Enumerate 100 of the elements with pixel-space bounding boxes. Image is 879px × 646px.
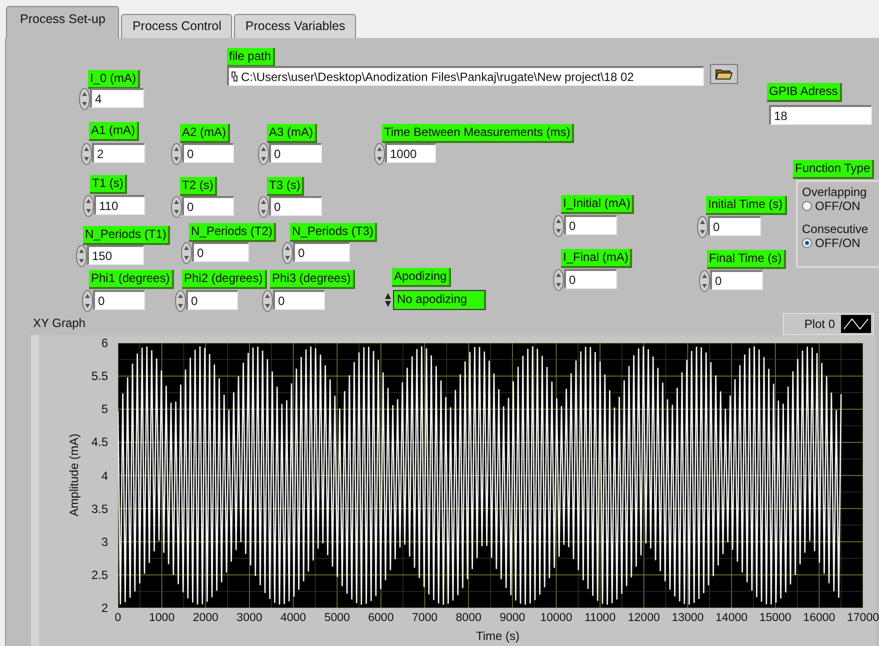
control-label: I_0 (mA) [88, 70, 140, 89]
numeric-field[interactable]: 4 [90, 88, 144, 108]
spinner-icon[interactable] [175, 290, 186, 312]
spinner-icon[interactable] [258, 196, 269, 218]
path-text: C:\Users\user\Desktop\Anodization Files\Pankaj\rugate\New project\18 02 [241, 68, 634, 86]
numeric-field[interactable]: 0 [273, 290, 325, 310]
spinner-icon[interactable] [171, 196, 182, 218]
option-caption: OFF/ON [815, 236, 860, 250]
numeric-field[interactable]: 150 [87, 245, 144, 265]
control-label: Initial Time (s) [706, 196, 787, 215]
spinner-icon[interactable] [282, 242, 293, 264]
control-label: T1 (s) [90, 175, 128, 194]
option-label: Consecutive [802, 222, 870, 236]
control-label: N_Periods (T3) [290, 223, 378, 242]
numeric-field[interactable]: 0 [710, 270, 763, 290]
y-tick-label: 4 [101, 470, 108, 482]
y-tick-label: 2.5 [91, 568, 108, 581]
graph-title: XY Graph [33, 316, 86, 330]
browse-button[interactable] [710, 64, 738, 84]
spinner-icon[interactable] [181, 242, 192, 264]
tab[interactable]: Process Control [121, 14, 232, 38]
x-tick-label: 11000 [584, 612, 616, 624]
control-label: GPIB Adress [767, 83, 842, 102]
numeric-field[interactable]: 0 [93, 290, 145, 310]
control-label: Phi1 (degrees) [89, 270, 174, 289]
y-tick-label: 2 [101, 602, 108, 614]
option-caption: OFF/ON [815, 199, 860, 213]
x-tick-label: 4000 [280, 612, 306, 624]
numeric-field[interactable]: 2 [92, 143, 145, 163]
numeric-field[interactable]: 0 [293, 242, 350, 262]
x-tick-label: 17000 [847, 612, 879, 624]
y-axis-title: Amplitude (mA) [67, 433, 81, 516]
numeric-field[interactable]: 0 [269, 143, 322, 163]
x-tick-label: 10000 [540, 612, 572, 624]
spinner-icon[interactable] [553, 215, 564, 237]
numeric-field[interactable]: 110 [94, 195, 145, 215]
enum-field[interactable]: No apodizing [393, 290, 486, 310]
spinner-icon[interactable] [262, 290, 273, 312]
spinner-icon[interactable] [697, 216, 708, 238]
path-icon [231, 71, 238, 82]
x-tick-label: 12000 [628, 612, 660, 624]
control-label: Time Between Measurements (ms) [382, 124, 574, 143]
numeric-field[interactable]: 0 [192, 242, 249, 262]
x-tick-label: 9000 [500, 612, 526, 624]
x-tick-label: 14000 [716, 612, 748, 624]
spinner-icon[interactable] [76, 245, 87, 267]
tab[interactable]: Process Set-up [6, 6, 120, 38]
plot-legend[interactable]: Plot 0 [783, 313, 874, 335]
y-tick-label: 3.5 [91, 502, 108, 515]
spinner-icon[interactable] [171, 143, 182, 165]
spinner-icon[interactable] [699, 270, 710, 292]
control-label: T2 (s) [180, 177, 218, 196]
radio-button[interactable] [802, 238, 812, 248]
x-tick-label: 1000 [149, 612, 175, 624]
numeric-field[interactable]: 0 [564, 269, 617, 289]
x-tick-label: 15000 [759, 612, 792, 624]
spinner-icon[interactable] [81, 143, 92, 165]
radio-button[interactable] [802, 201, 812, 211]
control-label: T3 (s) [267, 177, 304, 196]
x-tick-label: 16000 [803, 612, 836, 624]
path-field[interactable]: C:\Users\user\Desktop\Anodization Files\Pankaj\rugate\New project\18 02 [227, 66, 704, 86]
control-label: Phi2 (degrees) [182, 270, 267, 289]
control-label: file path [227, 48, 276, 67]
numeric-field[interactable]: 0 [182, 143, 234, 163]
numeric-field[interactable]: 0 [564, 215, 617, 235]
y-tick-label: 5.5 [91, 370, 108, 382]
spinner-icon[interactable] [553, 269, 564, 291]
x-tick-label: 8000 [456, 612, 482, 624]
x-tick-label: 6000 [368, 612, 394, 624]
control-label: N_Periods (T2) [189, 223, 276, 242]
control-label: Function Type [793, 160, 874, 179]
text-field[interactable]: 18 [769, 105, 872, 125]
numeric-field[interactable]: 0 [182, 196, 234, 216]
control-label: Phi3 (degrees) [270, 270, 355, 289]
x-tick-label: 7000 [412, 612, 438, 624]
tab[interactable]: Process Variables [234, 14, 356, 38]
numeric-field[interactable]: 0 [269, 196, 322, 216]
control-label: A2 (mA) [180, 124, 230, 143]
numeric-field[interactable]: 0 [186, 290, 238, 310]
control-label: A1 (mA) [89, 122, 140, 141]
spinner-icon[interactable] [83, 195, 94, 217]
control-label: N_Periods (T1) [83, 226, 170, 245]
spinner-icon[interactable] [258, 143, 269, 165]
x-tick-label: 2000 [192, 612, 218, 624]
line-style-icon [841, 315, 871, 333]
spinner-icon[interactable] [374, 143, 385, 165]
y-tick-label: 5 [101, 403, 108, 416]
y-tick-label: 6 [101, 337, 108, 349]
x-tick-label: 0 [114, 612, 122, 624]
control-label: I_Final (mA) [561, 249, 632, 268]
x-tick-label: 3000 [236, 612, 262, 624]
y-tick-label: 3 [101, 536, 108, 548]
x-axis-title: Time (s) [476, 629, 520, 643]
spinner-icon[interactable] [82, 290, 93, 312]
control-label: A3 (mA) [267, 124, 318, 143]
control-label: Apodizing [392, 268, 451, 287]
numeric-field[interactable]: 0 [708, 216, 761, 236]
spinner-icon[interactable] [79, 88, 90, 110]
legend-label: Plot 0 [804, 317, 835, 331]
numeric-field[interactable]: 1000 [385, 143, 436, 163]
